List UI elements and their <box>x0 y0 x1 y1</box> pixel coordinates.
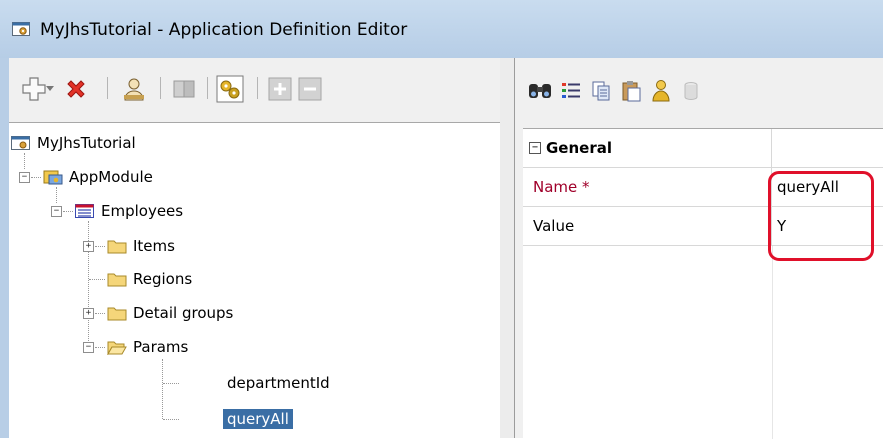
list-view-icon[interactable] <box>556 76 586 106</box>
toolbar-separator <box>207 77 208 99</box>
tree-node-label-selected: queryAll <box>223 409 293 429</box>
tree-line <box>31 177 41 178</box>
expand-toggle[interactable]: + <box>83 241 94 252</box>
tree-node-label: Employees <box>101 202 184 220</box>
properties-toolbar <box>515 58 883 118</box>
tree-line <box>89 279 105 280</box>
tree-node-regions[interactable]: Regions <box>107 267 192 291</box>
tree-line <box>95 347 105 348</box>
tree-node-param-departmentid[interactable]: departmentId <box>227 371 330 395</box>
annotation-highlight <box>768 171 874 261</box>
group-icon <box>75 204 94 218</box>
section-header-value-cell <box>773 129 883 167</box>
tree-line <box>163 419 179 420</box>
toolbar-separator <box>257 77 258 99</box>
app-icon <box>12 22 30 36</box>
tree-node-label: MyJhsTutorial <box>37 134 136 152</box>
tree-node-root[interactable]: MyJhsTutorial <box>11 131 136 155</box>
generate-icon[interactable] <box>215 74 245 104</box>
find-icon[interactable] <box>525 76 555 106</box>
property-key: Value <box>523 207 772 245</box>
module-icon <box>43 170 63 185</box>
tree-node-label: Items <box>133 237 175 255</box>
collapse-toggle[interactable]: − <box>19 172 30 183</box>
tree-line <box>162 359 163 419</box>
property-key: Name * <box>523 168 772 206</box>
chevron-down-icon[interactable] <box>43 74 57 104</box>
copy-disabled-icon[interactable] <box>169 74 199 104</box>
user-icon[interactable] <box>646 76 676 106</box>
toolbar-separator <box>107 77 108 99</box>
tree-line <box>163 383 179 384</box>
collapse-toggle[interactable]: − <box>83 342 94 353</box>
collapse-all-icon[interactable] <box>295 74 325 104</box>
definition-tree: MyJhsTutorial − AppModule − Employees + … <box>9 122 500 439</box>
tree-toolbar <box>9 58 500 118</box>
section-header-label-cell: − General <box>523 129 772 167</box>
user-icon[interactable] <box>119 74 149 104</box>
tree-node-label: Regions <box>133 270 193 288</box>
tree-node-params[interactable]: Params <box>107 335 188 359</box>
collapse-section-icon[interactable]: − <box>529 142 541 154</box>
tree-line <box>95 313 105 314</box>
folder-icon <box>107 273 127 287</box>
toolbar-separator <box>160 77 161 99</box>
expand-toggle[interactable]: + <box>83 308 94 319</box>
section-title: General <box>546 139 612 157</box>
collapse-toggle[interactable]: − <box>51 206 62 217</box>
tree-node-param-queryall[interactable]: queryAll <box>223 407 293 431</box>
window-frame <box>0 58 9 438</box>
database-icon[interactable] <box>676 76 706 106</box>
column-divider <box>772 246 773 439</box>
app-icon <box>11 136 30 150</box>
tree-node-label: departmentId <box>227 374 330 392</box>
tree-node-items[interactable]: Items <box>107 234 175 258</box>
open-folder-icon <box>107 341 127 355</box>
paste-icon[interactable] <box>616 76 646 106</box>
title-bar: MyJhsTutorial - Application Definition E… <box>0 0 883 58</box>
tree-node-employees[interactable]: Employees <box>75 199 183 223</box>
tree-line <box>95 246 105 247</box>
window-title: MyJhsTutorial - Application Definition E… <box>40 20 408 40</box>
tree-node-label: Params <box>133 338 189 356</box>
copy-icon[interactable] <box>586 76 616 106</box>
tree-line <box>56 187 57 203</box>
pane-splitter[interactable] <box>500 58 515 438</box>
expand-all-icon[interactable] <box>265 74 295 104</box>
delete-icon[interactable] <box>61 74 91 104</box>
tree-node-detail-groups[interactable]: Detail groups <box>107 301 233 325</box>
tree-node-label: Detail groups <box>133 304 234 322</box>
folder-icon <box>107 240 127 254</box>
section-header-general[interactable]: − General <box>523 129 883 168</box>
tree-line <box>63 211 73 212</box>
tree-node-app-module[interactable]: AppModule <box>43 165 153 189</box>
folder-icon <box>107 307 127 321</box>
tree-line <box>24 153 25 169</box>
tree-node-label: AppModule <box>69 168 153 186</box>
